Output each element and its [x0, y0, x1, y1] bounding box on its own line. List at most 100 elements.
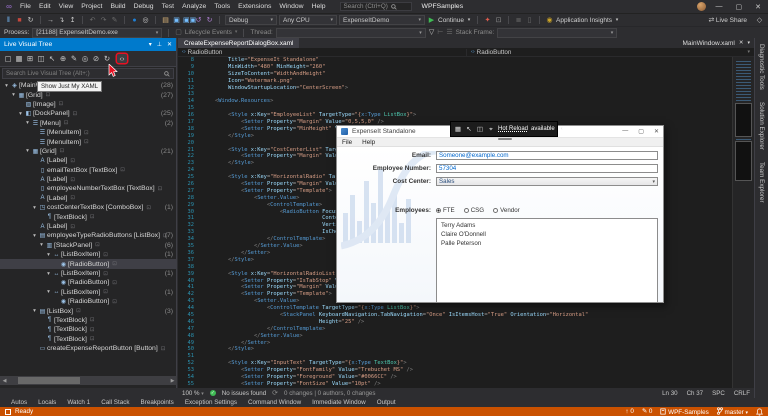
continue-button[interactable]: Continue: [438, 17, 464, 24]
horizontal-scrollbar[interactable]: ◀ ▶: [0, 376, 177, 385]
app-menu-file[interactable]: File: [342, 139, 352, 146]
configuration-dropdown[interactable]: Debug▾: [225, 15, 277, 25]
step-into-icon[interactable]: ↴: [57, 16, 66, 25]
expander-icon[interactable]: ▾: [24, 120, 31, 126]
list-item[interactable]: Palle Peterson: [437, 239, 657, 248]
application-insights-dropdown[interactable]: Application Insights: [556, 17, 612, 24]
bottom-tab-watch-1[interactable]: Watch 1: [62, 399, 95, 406]
user-avatar[interactable]: [697, 2, 706, 11]
app-menu-help[interactable]: Help: [362, 139, 375, 146]
pen-icon[interactable]: ✎: [110, 16, 119, 25]
tree-item[interactable]: ▯employeeNumberTextBox [TextBox]⊡: [0, 184, 176, 193]
bottom-tab-locals[interactable]: Locals: [33, 399, 61, 406]
go-to-live-visual-tree-icon[interactable]: ▦: [454, 125, 462, 134]
collapse-pane-icon[interactable]: ▢: [3, 54, 13, 63]
side-tab-diagnostic-tools[interactable]: Diagnostic Tools: [758, 44, 765, 90]
maximize-button[interactable]: ▢: [733, 3, 746, 11]
menu-extensions[interactable]: Extensions: [234, 3, 275, 10]
bottom-tab-exception-settings[interactable]: Exception Settings: [180, 399, 242, 406]
cost-center-dropdown[interactable]: Sales▾: [436, 177, 658, 186]
radio-option-csg[interactable]: CSG: [464, 207, 484, 214]
tree-item[interactable]: A[Label]⊡: [0, 194, 176, 203]
side-tab-solution-explorer[interactable]: Solution Explorer: [758, 102, 765, 150]
undo-icon[interactable]: ↺: [194, 16, 203, 25]
tree-item[interactable]: ▯emailTextBox [TextBox]⊡: [0, 166, 176, 175]
tree-item[interactable]: ▾▦[Grid]⊡(21): [0, 147, 176, 156]
close-tab-icon[interactable]: ✕: [739, 40, 744, 46]
save-all-icon[interactable]: ▣▣: [183, 16, 192, 25]
hot-reload-link[interactable]: Hot Reload: [498, 126, 528, 132]
show-next-statement-icon[interactable]: →: [46, 16, 55, 25]
tab-list-chevron-icon[interactable]: ▾: [747, 40, 750, 46]
toolbar-grip[interactable]: [498, 138, 512, 140]
feedback-pin-icon[interactable]: ◇: [755, 16, 764, 25]
column-indicator[interactable]: Ch 37: [687, 390, 704, 397]
hot-reload-flame-icon[interactable]: ✦: [483, 16, 492, 25]
bottom-tab-breakpoints[interactable]: Breakpoints: [136, 399, 179, 406]
thread-dropdown[interactable]: ▾: [276, 28, 426, 38]
app-close-button[interactable]: ✕: [654, 128, 659, 135]
document-health-icon[interactable]: ✓: [210, 390, 216, 396]
app-maximize-button[interactable]: ▢: [638, 128, 644, 135]
scrollbar-thumb[interactable]: [18, 377, 80, 384]
menu-edit[interactable]: Edit: [35, 3, 55, 10]
bottom-tab-autos[interactable]: Autos: [6, 399, 32, 406]
redo-icon[interactable]: ↻: [205, 16, 214, 25]
expander-icon[interactable]: ▾: [10, 92, 17, 98]
issues-status[interactable]: No issues found: [222, 390, 266, 397]
navigate-forward-icon[interactable]: ↷: [99, 16, 108, 25]
menu-file[interactable]: File: [16, 3, 35, 10]
email-field[interactable]: Someone@example.com: [436, 151, 658, 160]
line-indicator[interactable]: Ln 30: [662, 390, 677, 397]
tree-item[interactable]: ▾↔[ListBoxItem]⊡(1): [0, 250, 176, 259]
stop-icon[interactable]: ■: [15, 16, 24, 25]
solution-name[interactable]: WPFSamples: [422, 3, 464, 10]
tree-item[interactable]: ▾↔[ListBoxItem]⊡(1): [0, 288, 176, 297]
select-element-window-icon[interactable]: ◫: [36, 54, 46, 63]
menu-tools[interactable]: Tools: [210, 3, 234, 10]
chevron-down-icon[interactable]: ▾: [235, 28, 238, 37]
filter-icon[interactable]: ▽: [429, 28, 434, 37]
tree-item[interactable]: ¶[TextBlock]⊡: [0, 316, 176, 325]
tree-item[interactable]: ☰[MenuItem]⊡: [0, 128, 176, 137]
tree-item[interactable]: ◉[RadioButton]⊡: [0, 278, 176, 287]
menu-build[interactable]: Build: [106, 3, 129, 10]
bottom-tab-command-window[interactable]: Command Window: [243, 399, 306, 406]
flag-icon[interactable]: ⊢: [437, 28, 443, 37]
bookmark-icon[interactable]: ▯: [525, 16, 534, 25]
window-position-icon[interactable]: ▾: [149, 41, 152, 48]
collapse-chevron-icon[interactable]: ‹: [558, 125, 566, 134]
pause-icon[interactable]: ‖: [4, 16, 13, 25]
display-layout-adorners-icon[interactable]: ◫: [476, 125, 484, 134]
expander-icon[interactable]: ▾: [45, 289, 52, 295]
expander-icon[interactable]: ▾: [31, 205, 38, 211]
preview-selection-icon[interactable]: ✎: [69, 54, 79, 63]
radio-option-fte[interactable]: FTE: [436, 207, 455, 214]
tree-item[interactable]: ☰[MenuItem]⊡: [0, 137, 176, 146]
scroll-left-icon[interactable]: ◀: [0, 378, 9, 384]
expander-icon[interactable]: ▾: [3, 83, 10, 89]
expander-icon[interactable]: ▾: [31, 308, 38, 314]
chevron-down-icon[interactable]: ▾: [466, 16, 472, 25]
radio-option-vendor[interactable]: Vendor: [493, 207, 520, 214]
bottom-tab-call-stack[interactable]: Call Stack: [96, 399, 134, 406]
list-item[interactable]: Claire O'Donnell: [437, 230, 657, 239]
expand-tree-icon[interactable]: ⊞: [25, 54, 35, 63]
menu-debug[interactable]: Debug: [130, 3, 158, 10]
refresh-icon[interactable]: ↻: [102, 54, 112, 63]
background-tasks-icon[interactable]: [5, 409, 11, 415]
menu-test[interactable]: Test: [158, 3, 178, 10]
visual-tree[interactable]: ▾◈[MainWindow]⊡(28)▾▦[Grid]⊡(27)▨[Image]…: [0, 81, 176, 374]
live-share-button[interactable]: Live Share: [716, 17, 747, 24]
tree-item[interactable]: A[Label]⊡: [0, 156, 176, 165]
tree-item[interactable]: ▾☰[Menu]⊡(2): [0, 119, 176, 128]
lifecycle-events-button[interactable]: Lifecycle Events: [185, 29, 232, 36]
spaces-indicator[interactable]: SPC: [712, 390, 725, 397]
breakpoint-list-icon[interactable]: ≣: [514, 16, 523, 25]
menu-window[interactable]: Window: [275, 3, 307, 10]
tree-item[interactable]: ◉[RadioButton]⊡: [0, 297, 176, 306]
lvt-search-input[interactable]: Search Live Visual Tree (Alt+;): [2, 68, 174, 79]
close-button[interactable]: ✕: [752, 3, 764, 11]
select-element-icon[interactable]: ↖: [47, 54, 57, 63]
lightbulb-icon[interactable]: ◉: [545, 16, 554, 25]
